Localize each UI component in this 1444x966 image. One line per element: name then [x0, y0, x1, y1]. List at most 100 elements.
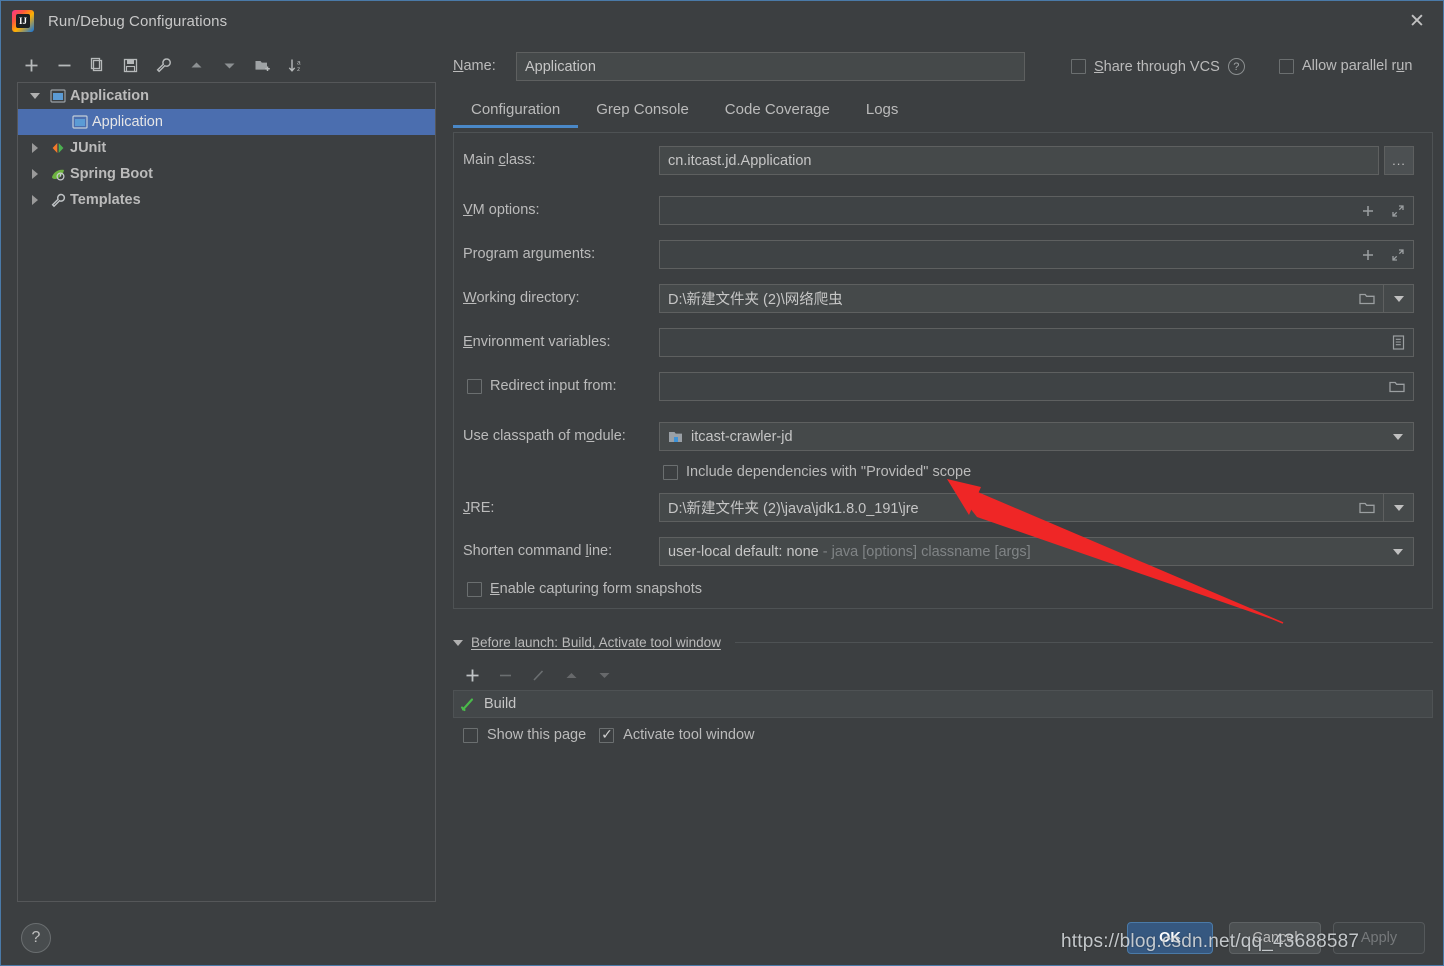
remove-configuration-button[interactable]: [48, 50, 81, 80]
macro-plus-icon[interactable]: [1353, 197, 1383, 224]
tab-configuration[interactable]: Configuration: [453, 99, 579, 128]
expand-icon[interactable]: [1383, 197, 1413, 224]
logo-text: IJ: [18, 16, 27, 26]
add-configuration-button[interactable]: [15, 50, 48, 80]
folder-icon[interactable]: [1353, 494, 1383, 521]
classpath-module-label: Use classpath of module:: [463, 428, 626, 444]
spring-boot-icon: [46, 167, 70, 182]
working-directory-field[interactable]: D:\新建文件夹 (2)\网络爬虫: [659, 284, 1414, 313]
tree-item-label: Spring Boot: [70, 166, 153, 182]
new-folder-button[interactable]: [246, 50, 279, 80]
application-icon: [46, 89, 70, 103]
tab-bar: Configuration Grep Console Code Coverage…: [453, 99, 1433, 133]
name-input[interactable]: [516, 52, 1025, 81]
before-launch-title: Before launch: Build, Activate tool wind…: [471, 635, 721, 650]
move-task-up-button: [555, 661, 588, 689]
chevron-down-icon[interactable]: [1383, 494, 1413, 521]
shorten-command-line-hint: - java [options] classname [args]: [818, 543, 1031, 560]
tree-item-junit[interactable]: JUnit: [18, 135, 435, 161]
share-through-vcs-checkbox[interactable]: Share through VCS ?: [1071, 58, 1245, 75]
tree-item-application[interactable]: Application: [18, 109, 435, 135]
tab-logs[interactable]: Logs: [848, 99, 917, 128]
activate-tool-window-checkbox[interactable]: Activate tool window: [599, 725, 755, 743]
chevron-down-icon[interactable]: [1383, 423, 1413, 450]
checkbox-box[interactable]: [467, 581, 482, 597]
add-task-button[interactable]: [456, 661, 489, 689]
twisty-collapsed-icon[interactable]: [24, 195, 46, 205]
program-arguments-field[interactable]: [659, 240, 1414, 269]
checkbox-box[interactable]: [463, 727, 478, 743]
env-list-icon[interactable]: [1383, 329, 1413, 356]
svg-text:z: z: [297, 66, 300, 73]
title-bar: IJ Run/Debug Configurations ✕: [1, 1, 1443, 41]
vm-options-label: VM options:: [463, 202, 540, 218]
before-launch-divider: [734, 642, 1433, 643]
redirect-input-field[interactable]: [659, 372, 1414, 401]
environment-variables-field[interactable]: [659, 328, 1414, 357]
checkbox-box[interactable]: [663, 464, 678, 480]
form-snapshots-checkbox[interactable]: Enable capturing form snapshots: [467, 581, 702, 597]
folder-icon[interactable]: [1383, 373, 1413, 400]
jre-field[interactable]: D:\新建文件夹 (2)\java\jdk1.8.0_191\jre: [659, 493, 1414, 522]
before-launch-header: Before launch: Build, Activate tool wind…: [453, 635, 1433, 650]
checkbox-box[interactable]: [1071, 59, 1086, 74]
before-launch-task-list[interactable]: Build: [453, 690, 1433, 718]
vm-options-field[interactable]: [659, 196, 1414, 225]
jre-value: D:\新建文件夹 (2)\java\jdk1.8.0_191\jre: [668, 501, 919, 517]
help-button[interactable]: ?: [21, 923, 51, 953]
sort-configurations-button[interactable]: a z: [279, 50, 312, 80]
window-title: Run/Debug Configurations: [48, 12, 228, 30]
main-class-browse-button[interactable]: ...: [1384, 146, 1414, 175]
save-configuration-button[interactable]: [114, 50, 147, 80]
tree-item-spring-boot[interactable]: Spring Boot: [18, 161, 435, 187]
twisty-collapsed-icon[interactable]: [24, 143, 46, 153]
chevron-down-icon[interactable]: [1383, 538, 1413, 565]
tree-item-templates[interactable]: Templates: [18, 187, 435, 213]
chevron-down-icon[interactable]: [1383, 285, 1413, 312]
help-icon[interactable]: ?: [1227, 58, 1245, 75]
tree-item-label: Application: [92, 114, 163, 130]
cancel-button[interactable]: Cancel: [1229, 922, 1321, 954]
apply-button[interactable]: Apply: [1333, 922, 1425, 954]
configurations-toolbar: a z: [15, 49, 315, 81]
remove-task-button: [489, 661, 522, 689]
intellij-logo-icon: IJ: [12, 10, 34, 32]
name-label: Name:: [453, 58, 496, 74]
checkbox-box[interactable]: [467, 378, 482, 394]
redirect-input-label: Redirect input from:: [490, 378, 617, 394]
checkbox-box[interactable]: [1279, 58, 1294, 74]
include-provided-checkbox[interactable]: Include dependencies with "Provided" sco…: [663, 464, 971, 480]
main-class-field[interactable]: cn.itcast.jd.Application: [659, 146, 1379, 175]
macro-plus-icon[interactable]: [1353, 241, 1383, 268]
tab-grep-console[interactable]: Grep Console: [578, 99, 707, 128]
checkbox-box[interactable]: [599, 725, 615, 743]
classpath-module-combo[interactable]: itcast-crawler-jd: [659, 422, 1414, 451]
tab-code-coverage[interactable]: Code Coverage: [707, 99, 848, 128]
move-up-button[interactable]: [180, 50, 213, 80]
close-icon[interactable]: ✕: [1391, 1, 1443, 41]
tree-item-application-group[interactable]: Application: [18, 83, 435, 109]
expand-icon[interactable]: [1383, 241, 1413, 268]
show-this-page-checkbox[interactable]: Show this page: [463, 727, 586, 743]
allow-parallel-run-checkbox[interactable]: Allow parallel run: [1279, 58, 1412, 74]
tree-item-label: JUnit: [70, 140, 107, 156]
edit-task-button: [522, 661, 555, 689]
wrench-icon: [46, 193, 70, 208]
run-debug-configurations-dialog: IJ Run/Debug Configurations ✕ a z Applic…: [0, 0, 1444, 966]
configurations-tree: Application Application JUnit Spring Boo…: [17, 82, 436, 902]
shorten-command-line-value: user-local default: none: [668, 543, 819, 560]
move-down-button[interactable]: [213, 50, 246, 80]
shorten-command-line-combo[interactable]: user-local default: none - java [options…: [659, 537, 1414, 566]
ok-button[interactable]: OK: [1127, 922, 1213, 954]
copy-configuration-button[interactable]: [81, 50, 114, 80]
classpath-module-value: itcast-crawler-jd: [691, 428, 793, 445]
share-through-vcs-label: Share through VCS: [1094, 58, 1220, 75]
twisty-collapsed-icon[interactable]: [24, 169, 46, 179]
twisty-expanded-icon[interactable]: [453, 639, 463, 646]
program-arguments-label: Program arguments:: [463, 246, 596, 262]
twisty-expanded-icon[interactable]: [24, 93, 46, 99]
folder-icon[interactable]: [1353, 285, 1383, 312]
main-class-label: Main class:: [463, 152, 536, 168]
redirect-input-checkbox[interactable]: Redirect input from:: [467, 378, 617, 394]
edit-templates-button[interactable]: [147, 50, 180, 80]
